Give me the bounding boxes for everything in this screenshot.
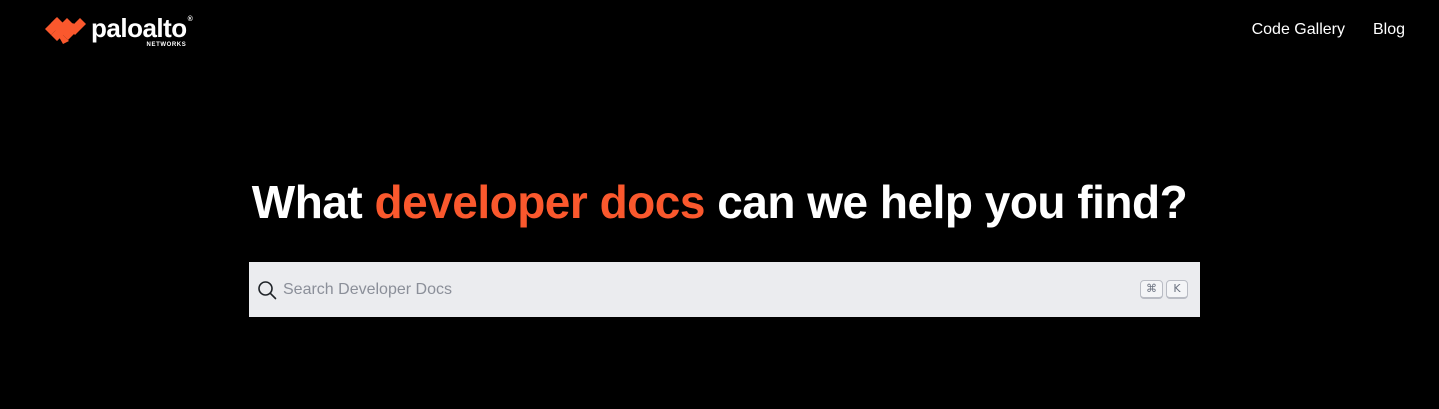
hero-title-after: can we help you find? (704, 176, 1188, 228)
logo-name: paloalto (91, 13, 187, 43)
top-nav: Code Gallery Blog (1252, 20, 1405, 40)
paloalto-logo-icon (45, 17, 86, 44)
nav-link-blog[interactable]: Blog (1373, 20, 1405, 40)
logo-registered-mark: ® (187, 16, 193, 23)
nav-link-code-gallery[interactable]: Code Gallery (1252, 20, 1345, 40)
page: paloalto® NETWORKS Code Gallery Blog Wha… (0, 0, 1439, 409)
k-key: K (1166, 280, 1188, 299)
logo-wordmark: paloalto® NETWORKS (91, 13, 193, 48)
search-icon (258, 280, 277, 299)
search-bar[interactable]: ⌘ K (249, 262, 1200, 317)
hero-title-accent: developer docs (374, 176, 705, 228)
hero-title-before: What (251, 176, 375, 228)
command-key-icon: ⌘ (1140, 280, 1163, 299)
paloalto-logo-link[interactable]: paloalto® NETWORKS (45, 13, 193, 48)
keyboard-shortcut: ⌘ K (1140, 280, 1188, 299)
site-header: paloalto® NETWORKS Code Gallery Blog (0, 0, 1439, 62)
search-input[interactable] (283, 262, 1140, 317)
hero-title: What developer docs can we help you find… (0, 174, 1439, 230)
